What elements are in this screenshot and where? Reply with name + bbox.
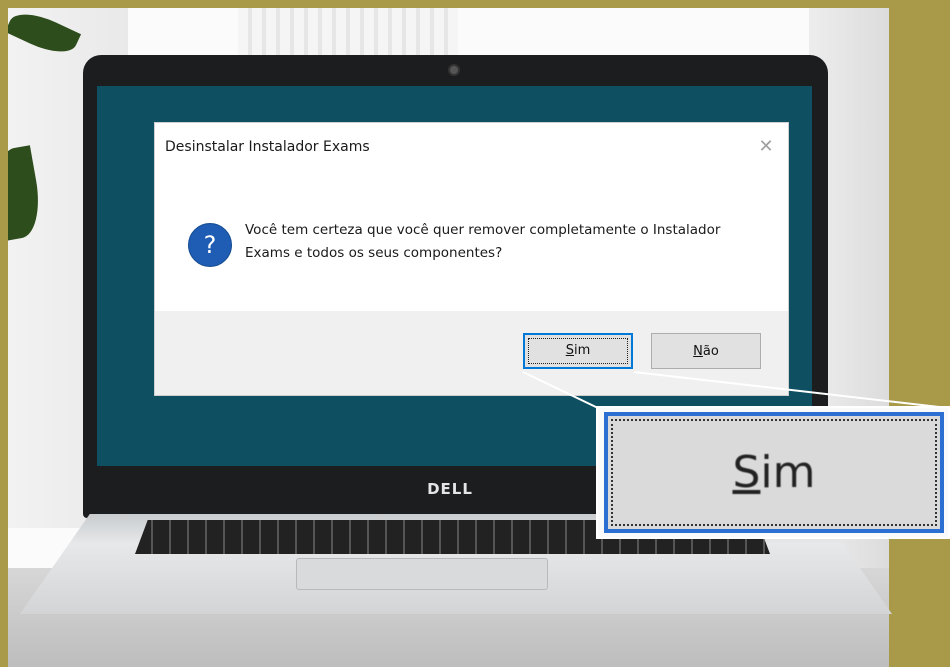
message-line-1: Você tem certeza que você quer remover c… <box>245 222 721 238</box>
message-line-2: Exams e todos os seus componentes? <box>245 245 503 261</box>
zoom-label-mnemonic: S <box>732 447 761 498</box>
uninstall-dialog: Desinstalar Instalador Exams ✕ ? Você te… <box>154 122 789 396</box>
yes-button[interactable]: Sim <box>523 333 633 369</box>
question-icon: ? <box>188 223 232 267</box>
zoom-callout: Sim <box>596 406 950 539</box>
no-button-label: ão <box>702 344 719 359</box>
close-icon[interactable]: ✕ <box>752 133 780 161</box>
button-bar: Sim Não <box>155 311 788 395</box>
zoom-label-rest: im <box>760 447 816 498</box>
dialog-title: Desinstalar Instalador Exams <box>165 139 370 155</box>
zoomed-yes-button: Sim <box>604 412 944 533</box>
dialog-message: Você tem certeza que você quer remover c… <box>245 219 765 265</box>
no-button-mnemonic: N <box>693 344 703 359</box>
no-button[interactable]: Não <box>651 333 761 369</box>
brand-logo: DELL <box>427 480 473 498</box>
zoom-label: Sim <box>608 416 940 529</box>
focus-rectangle <box>528 338 628 364</box>
webcam-icon <box>448 64 460 76</box>
touchpad <box>296 558 548 590</box>
